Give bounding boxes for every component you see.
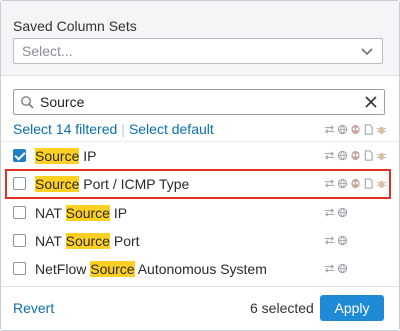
saved-column-sets-select[interactable]: Select... (13, 38, 383, 64)
row-label: NAT Source Port (35, 233, 140, 249)
globe-icon (337, 150, 348, 161)
legend-icons (324, 124, 387, 135)
globe-icon (337, 207, 348, 218)
alien-icon (351, 150, 360, 161)
apply-button[interactable]: Apply (320, 295, 384, 321)
row-icons (324, 207, 348, 218)
row-label: NAT Source IP (35, 205, 128, 221)
row-label: NetFlow Source Autonomous System (35, 261, 267, 277)
search-input[interactable]: Source (13, 89, 385, 115)
search-match-highlight: Source (90, 261, 135, 277)
selection-links: Select 14 filtered | Select default (13, 121, 214, 137)
row-label: Source IP (35, 148, 97, 164)
revert-link[interactable]: Revert (13, 300, 54, 316)
search-match-highlight: Source (35, 148, 80, 164)
select-default-link[interactable]: Select default (129, 121, 214, 137)
list-item[interactable]: NAT Source Port (1, 227, 399, 255)
footer-bar: Revert 6 selected Apply (1, 286, 399, 331)
arrows-icon (324, 125, 335, 134)
saved-column-sets-label: Saved Column Sets (13, 18, 137, 34)
globe-icon (337, 263, 348, 274)
document-icon (364, 124, 373, 135)
arrows-icon (324, 236, 335, 245)
list-item[interactable]: NetFlow Source Autonomous System (1, 255, 399, 283)
globe-icon (337, 124, 348, 135)
chevron-down-icon (361, 48, 373, 56)
clear-icon[interactable] (364, 95, 378, 109)
selected-count: 6 selected (250, 300, 314, 316)
search-value: Source (40, 94, 85, 110)
list-item[interactable]: Source IP (1, 142, 399, 170)
bug-icon (376, 152, 387, 161)
annotation-highlight-box (5, 169, 391, 199)
row-checkbox[interactable] (13, 149, 26, 162)
row-checkbox[interactable] (13, 206, 26, 219)
row-icons (324, 263, 348, 274)
globe-icon (337, 235, 348, 246)
search-match-highlight: Source (65, 233, 110, 249)
search-match-highlight: Source (65, 205, 110, 221)
list-item[interactable]: NAT Source IP (1, 199, 399, 227)
alien-icon (351, 124, 360, 135)
row-checkbox[interactable] (13, 262, 26, 275)
bug-icon (376, 126, 387, 135)
link-separator: | (121, 121, 125, 137)
select-filtered-link[interactable]: Select 14 filtered (13, 121, 117, 137)
arrows-icon (324, 264, 335, 273)
search-icon (21, 96, 34, 109)
arrows-icon (324, 151, 335, 160)
row-checkbox[interactable] (13, 234, 26, 247)
document-icon (364, 150, 373, 161)
column-picker-panel: Saved Column Sets Select... Source Selec… (0, 0, 400, 331)
select-placeholder: Select... (22, 43, 73, 59)
arrows-icon (324, 208, 335, 217)
row-icons (324, 150, 387, 161)
row-icons (324, 235, 348, 246)
saved-column-sets-section: Saved Column Sets Select... (1, 1, 399, 76)
